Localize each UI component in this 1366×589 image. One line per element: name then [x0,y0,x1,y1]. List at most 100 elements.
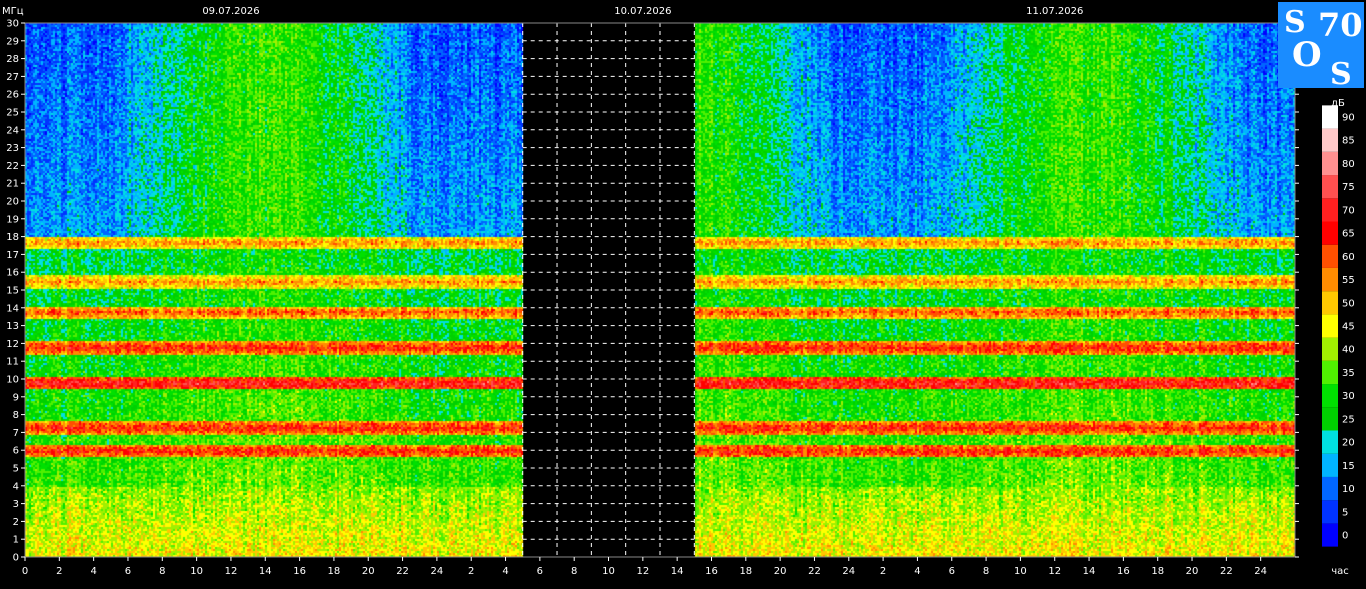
colorbar-tick-label: 10 [1342,484,1355,495]
x-tick-label: 8 [159,566,165,577]
x-tick-label: 6 [537,566,543,577]
colorbar-tick-label: 65 [1342,229,1355,240]
y-tick-label: 27 [6,72,19,83]
colorbar-swatch [1322,430,1338,454]
x-tick-label: 14 [1083,566,1096,577]
x-tick-label: 20 [1186,566,1199,577]
y-tick-label: 18 [6,232,19,243]
y-tick-label: 26 [6,90,19,101]
colorbar-swatch [1322,198,1338,222]
colorbar-tick-label: 80 [1342,159,1355,170]
x-tick-label: 16 [293,566,306,577]
x-tick-label: 8 [983,566,989,577]
colorbar-swatch [1322,476,1338,501]
colorbar-swatch [1322,384,1338,408]
x-tick-label: 12 [225,566,238,577]
y-tick-label: 24 [6,125,19,136]
x-tick-label: 2 [468,566,474,577]
colorbar-tick-label: 45 [1342,322,1355,333]
colorbar-tick-label: 30 [1342,391,1355,402]
y-tick-label: 2 [13,517,19,528]
x-tick-label: 6 [125,566,131,577]
x-tick-label: 10 [602,566,615,577]
colorbar-tick-label: 55 [1342,275,1355,286]
x-tick-label: 8 [571,566,577,577]
colorbar-tick-label: 75 [1342,182,1355,193]
x-tick-label: 20 [362,566,375,577]
colorbar-tick-label: 20 [1342,438,1355,449]
colorbar-label: дБ [1331,98,1345,109]
colorbar-swatch [1322,267,1338,292]
colorbar-swatch [1322,407,1338,431]
y-tick-label: 12 [6,339,19,350]
x-tick-label: 10 [1014,566,1027,577]
y-tick-label: 6 [13,446,19,457]
y-tick-label: 4 [13,481,19,492]
logo-number: 70 [1318,6,1363,44]
x-tick-label: 22 [396,566,409,577]
y-tick-label: 14 [6,303,19,314]
x-tick-label: 0 [22,566,28,577]
x-tick-label: 12 [1048,566,1061,577]
y-tick-label: 15 [6,286,19,297]
x-tick-label: 14 [671,566,684,577]
date-label: 09.07.2026 [202,6,259,17]
colorbar-tick-label: 50 [1342,298,1355,309]
x-tick-label: 2 [880,566,886,577]
x-tick-label: 4 [90,566,96,577]
y-tick-label: 23 [6,143,19,154]
colorbar-tick-label: 60 [1342,252,1355,263]
colorbar-swatch [1322,151,1338,176]
y-tick-label: 21 [6,179,19,190]
colorbar-tick-label: 40 [1342,345,1355,356]
y-tick-label: 17 [6,250,19,261]
colorbar-tick-label: 5 [1342,507,1348,518]
y-tick-label: 30 [6,19,19,30]
x-tick-label: 4 [502,566,508,577]
colorbar-tick-label: 15 [1342,461,1355,472]
x-tick-label: 6 [949,566,955,577]
x-tick-label: 14 [259,566,272,577]
logo-letter-s2: S [1330,57,1352,88]
logo-icon: S 70 O S [1278,2,1364,92]
colorbar-swatch [1322,453,1338,477]
x-tick-label: 22 [1220,566,1233,577]
y-tick-label: 5 [13,464,19,475]
colorbar-swatch [1322,175,1338,199]
y-tick-label: 11 [6,357,19,368]
x-tick-label: 24 [431,566,444,577]
y-tick-label: 0 [13,553,19,564]
y-tick-label: 8 [13,410,19,421]
date-label: 11.07.2026 [1026,6,1083,17]
x-tick-label: 20 [774,566,787,577]
y-tick-label: 16 [6,268,19,279]
x-tick-label: 24 [1254,566,1267,577]
x-tick-label: 10 [190,566,203,577]
colorbar-tick-label: 35 [1342,368,1355,379]
colorbar-tick-label: 85 [1342,136,1355,147]
x-tick-label: 18 [739,566,752,577]
y-tick-label: 9 [13,392,19,403]
x-tick-label: 24 [842,566,855,577]
colorbar-swatch [1322,523,1338,547]
y-tick-label: 20 [6,197,19,208]
colorbar-swatch [1322,314,1338,338]
y-tick-label: 3 [13,499,19,510]
colorbar-swatch [1322,360,1338,385]
y-tick-label: 25 [6,108,19,119]
colorbar-swatch [1322,291,1338,315]
colorbar-swatch [1322,128,1338,152]
colorbar-tick-label: 0 [1342,531,1348,542]
spectrogram-chart: 0123456789101112131415161718192021222324… [2,6,1355,577]
colorbar-swatch [1322,221,1338,245]
y-tick-label: 1 [13,535,19,546]
y-tick-label: 22 [6,161,19,172]
y-tick-label: 19 [6,214,19,225]
y-axis-label: МГц [2,6,24,17]
colorbar-tick-label: 70 [1342,205,1355,216]
sos70-logo: S 70 O S [1278,2,1364,92]
x-tick-label: 16 [705,566,718,577]
x-tick-label: 18 [328,566,341,577]
y-tick-label: 29 [6,36,19,47]
x-tick-label: 2 [56,566,62,577]
